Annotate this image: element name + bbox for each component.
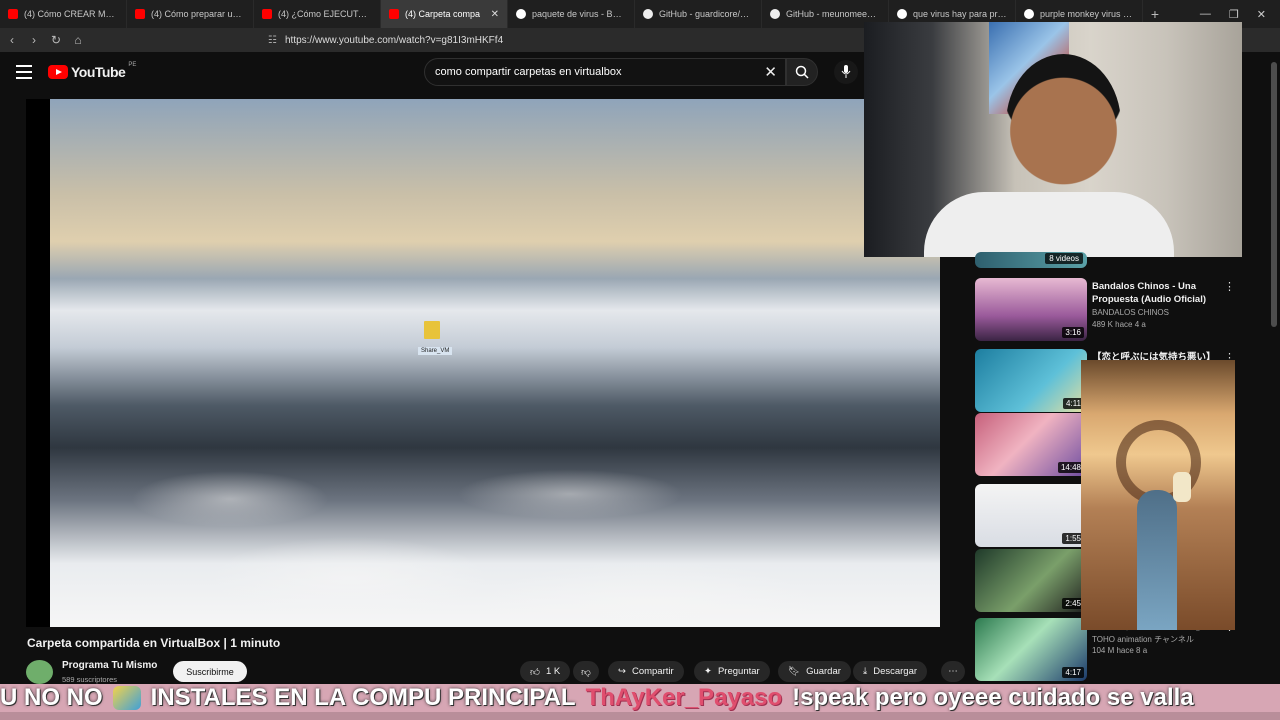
video-stats: 104 M hace 8 a — [1092, 646, 1148, 655]
download-icon: ⤓ — [863, 666, 868, 677]
voice-search-button[interactable] — [834, 60, 858, 84]
github-icon — [770, 9, 780, 19]
subscriber-count: 589 suscriptores — [62, 675, 118, 684]
train-track — [1137, 490, 1177, 630]
video-title[interactable]: Bandalos Chinos - Una Propuesta (Audio O… — [1092, 280, 1232, 306]
subscribe-button[interactable]: Suscribirme — [173, 661, 247, 682]
home-icon[interactable]: ⌂ — [68, 33, 88, 47]
chat-emote-icon — [112, 686, 141, 710]
duration-badge: 4:17 — [1062, 667, 1084, 678]
bookmark-icon: 🔖︎ — [788, 666, 801, 677]
youtube-icon — [389, 9, 399, 19]
os-taskbar — [0, 712, 1280, 720]
scrollbar-thumb[interactable] — [1271, 62, 1277, 327]
search-icon — [795, 65, 809, 79]
close-window-icon[interactable]: ✕ — [1257, 8, 1266, 21]
forward-icon[interactable]: › — [24, 33, 44, 47]
video-thumbnail[interactable]: 3:16 — [975, 278, 1087, 341]
youtube-logo[interactable]: YouTube PE — [48, 62, 136, 80]
youtube-icon — [135, 9, 145, 19]
avatar[interactable] — [26, 660, 53, 684]
dislike-button[interactable]: 👎︎ — [573, 661, 599, 682]
video-title: Carpeta compartida en VirtualBox | 1 min… — [27, 636, 281, 650]
playlist-badge: 8 videos — [1045, 253, 1083, 264]
github-icon — [643, 9, 653, 19]
channel-name[interactable]: TOHO animation チャンネル — [1092, 634, 1194, 645]
webcam-overlay — [864, 22, 1242, 257]
url-field[interactable]: ☷ https://www.youtube.com/watch?v=g81I3m… — [268, 35, 503, 46]
browser-tab[interactable]: (4) ¿Cómo EJECUTAR VIRU — [254, 0, 381, 28]
banner-message: INSTALES EN LA COMPU PRINCIPAL — [150, 684, 576, 711]
google-icon — [897, 9, 907, 19]
video-thumbnail[interactable]: 2:45 — [975, 549, 1087, 612]
site-info-icon[interactable]: ☷ — [268, 35, 277, 46]
thumbs-down-icon: 👎︎ — [581, 666, 591, 678]
video-thumbnail[interactable]: 1:55 — [975, 484, 1087, 547]
ask-button[interactable]: ✦ Preguntar — [694, 661, 770, 682]
browser-tab[interactable]: GitHub - guardicore/monk — [635, 0, 762, 28]
youtube-play-icon — [48, 65, 68, 79]
microphone-icon — [841, 65, 851, 78]
reload-icon[interactable]: ↻ — [46, 33, 66, 47]
page-scrollbar[interactable] — [1268, 52, 1280, 684]
share-button[interactable]: ↪ Compartir — [608, 661, 684, 682]
clear-search-icon[interactable]: ✕ — [764, 63, 777, 81]
chat-username: ThAyKer_Payaso — [585, 684, 783, 711]
browser-tab[interactable]: (4) Cómo preparar una m — [127, 0, 254, 28]
video-player[interactable]: Share_VM — [26, 99, 940, 627]
sparkle-icon: ✦ — [704, 666, 712, 677]
chat-reply: !speak pero oyeee cuidado se valla — [792, 684, 1194, 711]
channel-name[interactable]: Programa Tu Mismo — [62, 660, 157, 671]
browser-tab[interactable]: (4) Cómo CREAR MÁQUIN — [0, 0, 127, 28]
more-options-icon: ⋯ — [948, 666, 958, 677]
share-icon: ↪ — [618, 666, 626, 677]
list-item[interactable]: 8 videos — [975, 252, 1245, 268]
folder-icon — [424, 321, 440, 339]
video-thumbnail[interactable]: 4:11 — [975, 349, 1087, 412]
url-text: https://www.youtube.com/watch?v=g81I3mHK… — [284, 34, 504, 46]
video-frame-desktop-wallpaper — [50, 99, 940, 627]
search-button[interactable] — [786, 58, 818, 86]
video-thumbnail[interactable]: 4:17 — [975, 618, 1087, 681]
search-input[interactable]: como compartir carpetas en virtualbox ✕ — [424, 58, 786, 86]
youtube-icon — [8, 9, 18, 19]
streamer-shirt — [924, 192, 1174, 257]
banner-prefix: U NO NO — [0, 684, 103, 711]
back-icon[interactable]: ‹ — [2, 33, 22, 47]
maximize-icon[interactable]: ❐ — [1229, 8, 1239, 21]
browser-tab[interactable]: paquete de virus - Buscar — [508, 0, 635, 28]
close-tab-icon[interactable]: ✕ — [491, 9, 499, 20]
browser-tab-active[interactable]: (4) Carpeta compa ✕ — [381, 0, 508, 28]
save-button[interactable]: 🔖︎ Guardar — [778, 661, 851, 682]
runner-character — [1173, 472, 1191, 502]
like-button[interactable]: 👍︎ 1 K — [520, 661, 571, 682]
video-thumbnail[interactable]: 14:48 — [975, 413, 1087, 476]
video-stats: 489 K hace 4 a — [1092, 320, 1146, 329]
google-icon — [516, 9, 526, 19]
video-thumbnail[interactable]: 8 videos — [975, 252, 1087, 268]
like-count: 1 K — [545, 666, 561, 677]
channel-name[interactable]: BANDALOS CHINOS — [1092, 308, 1169, 317]
game-overlay — [1081, 360, 1235, 630]
search-query: como compartir carpetas en virtualbox — [435, 66, 622, 78]
streamer-face — [1006, 54, 1121, 194]
desktop-icon-label: Share_VM — [418, 347, 453, 355]
download-button[interactable]: ⤓ Descargar — [853, 661, 928, 682]
thumbs-up-icon: 👍︎ — [530, 666, 540, 678]
more-options-icon[interactable]: ⋮ — [1224, 280, 1235, 293]
menu-icon[interactable] — [16, 65, 32, 79]
google-icon — [1024, 9, 1034, 19]
more-actions-button[interactable]: ⋯ — [941, 661, 965, 682]
stream-chat-banner: U NO NO INSTALES EN LA COMPU PRINCIPAL T… — [0, 684, 1280, 712]
duration-badge: 3:16 — [1062, 327, 1084, 338]
minimize-icon[interactable]: — — [1200, 8, 1211, 20]
youtube-icon — [262, 9, 272, 19]
list-item[interactable]: 3:16 Bandalos Chinos - Una Propuesta (Au… — [975, 278, 1245, 342]
